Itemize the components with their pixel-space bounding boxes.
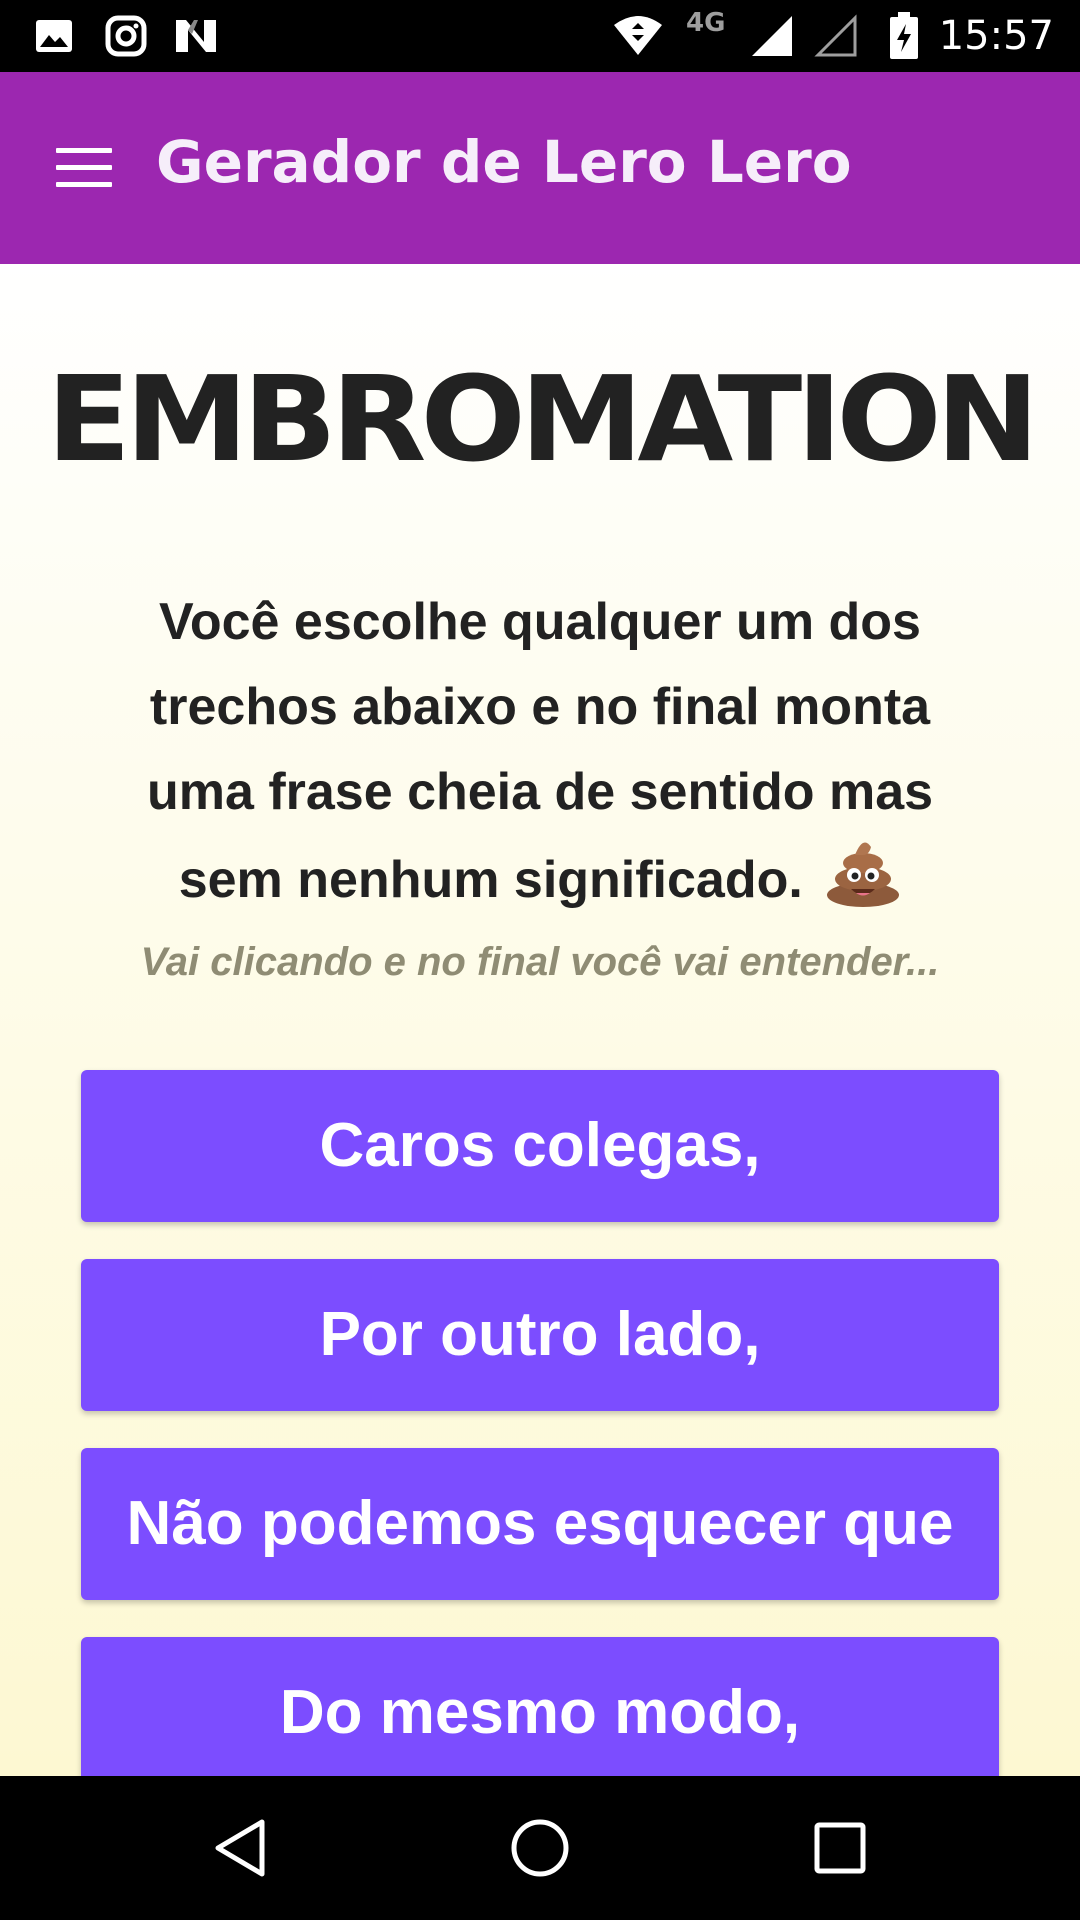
navigation-bar <box>0 1776 1080 1920</box>
status-time: 15:57 <box>938 13 1054 59</box>
hamburger-menu-icon[interactable] <box>56 148 112 188</box>
instagram-icon <box>104 14 148 58</box>
network-type-label: 4G <box>686 8 726 38</box>
app-bar: Gerador de Lero Lero <box>0 72 1080 264</box>
gallery-icon <box>34 14 74 58</box>
back-icon[interactable] <box>200 1812 280 1884</box>
signal-empty-icon <box>814 14 858 58</box>
recents-icon[interactable] <box>800 1812 880 1884</box>
screen: 4G 15:57 Gerador de Lero Lero EMBROMATIO… <box>0 0 1080 1920</box>
app-title: Gerador de Lero Lero <box>156 128 852 196</box>
choice-button-4[interactable]: Do mesmo modo, <box>81 1637 999 1776</box>
choice-button-2[interactable]: Por outro lado, <box>81 1259 999 1411</box>
battery-charging-icon <box>888 12 920 59</box>
signal-icon <box>750 14 794 58</box>
main-content: EMBROMATION Você escolhe qualquer um dos… <box>0 264 1080 1776</box>
choice-button-1[interactable]: Caros colegas, <box>81 1070 999 1222</box>
description-text: Você escolhe qualquer um dos trechos aba… <box>120 580 960 923</box>
phrase-choices: Caros colegas, Por outro lado, Não podem… <box>81 1070 999 1776</box>
home-icon[interactable] <box>500 1812 580 1884</box>
description-body: Você escolhe qualquer um dos trechos aba… <box>146 593 934 909</box>
pile-of-poo-icon <box>825 835 901 907</box>
n-app-icon <box>174 14 218 58</box>
embromation-logo: EMBROMATION <box>46 351 1039 489</box>
choice-button-3[interactable]: Não podemos esquecer que <box>81 1448 999 1600</box>
status-bar: 4G 15:57 <box>0 0 1080 72</box>
instruction-subtitle: Vai clicando e no final você vai entende… <box>140 940 940 984</box>
wifi-icon <box>612 14 664 58</box>
